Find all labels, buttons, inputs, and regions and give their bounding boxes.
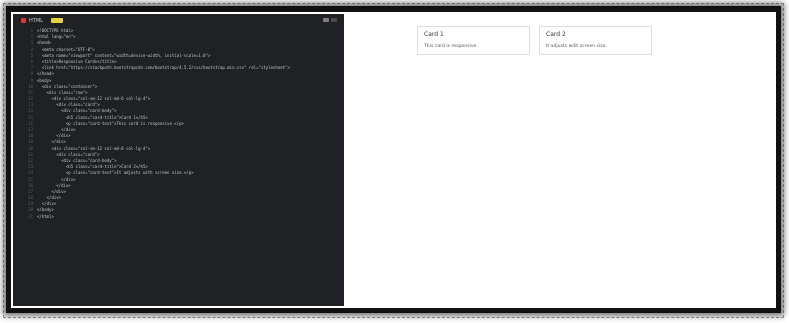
editor-tab-bar: HTML bbox=[13, 14, 344, 27]
card-text: It adjusts with screen size. bbox=[546, 44, 607, 49]
code-text: </html> bbox=[37, 213, 54, 219]
line-number: 31 bbox=[28, 213, 33, 219]
code-line: 7 <link href="https://stackpath.bootstra… bbox=[13, 65, 333, 71]
editor-tab-label[interactable]: HTML bbox=[29, 18, 43, 24]
card-text: This card is responsive. bbox=[424, 44, 478, 49]
code-content[interactable]: 1 <!DOCTYPE html> 2 <html lang="en"> 3 <head>… bbox=[13, 28, 333, 220]
editor-window-controls bbox=[323, 18, 337, 22]
code-text: <link href="https://stackpath.bootstrapc… bbox=[37, 65, 290, 71]
card-title: Card 1 bbox=[424, 31, 444, 38]
card-1: Card 1 This card is responsive. bbox=[417, 26, 530, 55]
code-line: 31 </html> bbox=[13, 214, 333, 220]
card-2: Card 2 It adjusts with screen size. bbox=[539, 26, 652, 55]
html-file-icon bbox=[21, 18, 26, 23]
editor-badge bbox=[50, 18, 63, 23]
editor-toggle-icon[interactable] bbox=[323, 18, 329, 22]
editor-expand-icon[interactable] bbox=[331, 18, 337, 22]
code-editor[interactable]: HTML 1 <!DOCTYPE html> 2 <html lang="en"> 3 <… bbox=[13, 14, 344, 306]
preview-pane: Card 1 This card is responsive. Card 2 I… bbox=[346, 14, 774, 306]
card-title: Card 2 bbox=[546, 31, 566, 38]
